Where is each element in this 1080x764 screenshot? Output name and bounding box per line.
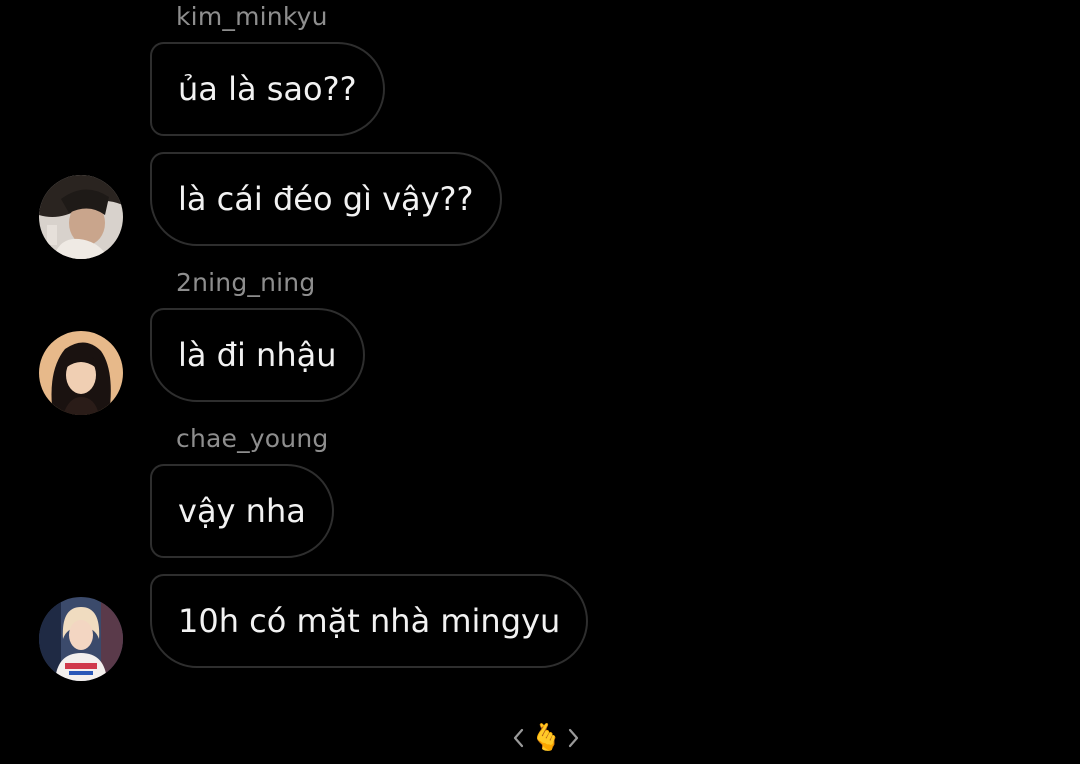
sender-name: kim_minkyu	[176, 2, 328, 31]
avatar-image	[39, 331, 123, 415]
message-text: là đi nhậu	[178, 336, 337, 374]
avatar[interactable]	[39, 331, 123, 415]
avatar-image	[39, 175, 123, 259]
message-text: 10h có mặt nhà mingyu	[178, 602, 561, 640]
sender-name: chae_young	[176, 424, 329, 453]
message-bubble[interactable]: vậy nha	[150, 464, 334, 558]
message-bubble[interactable]: là cái đéo gì vậy??	[150, 152, 502, 246]
message-text: vậy nha	[178, 492, 306, 530]
chevron-right-icon[interactable]	[566, 727, 580, 749]
sender-name: 2ning_ning	[176, 268, 316, 297]
message-text: ủa là sao??	[178, 70, 357, 108]
chevron-left-icon[interactable]	[512, 727, 526, 749]
avatar-image	[39, 597, 123, 681]
finger-heart-emoji[interactable]: 🫰	[530, 723, 562, 753]
chat-screen: kim_minkyu ủa là sao?? là cái đéo gì vậy…	[0, 0, 1080, 764]
avatar[interactable]	[39, 175, 123, 259]
message-bubble[interactable]: là đi nhậu	[150, 308, 365, 402]
message-bubble[interactable]: ủa là sao??	[150, 42, 385, 136]
message-bubble[interactable]: 10h có mặt nhà mingyu	[150, 574, 589, 668]
avatar[interactable]	[39, 597, 123, 681]
message-text: là cái đéo gì vậy??	[178, 180, 474, 218]
reaction-selector: 🫰	[512, 718, 580, 758]
